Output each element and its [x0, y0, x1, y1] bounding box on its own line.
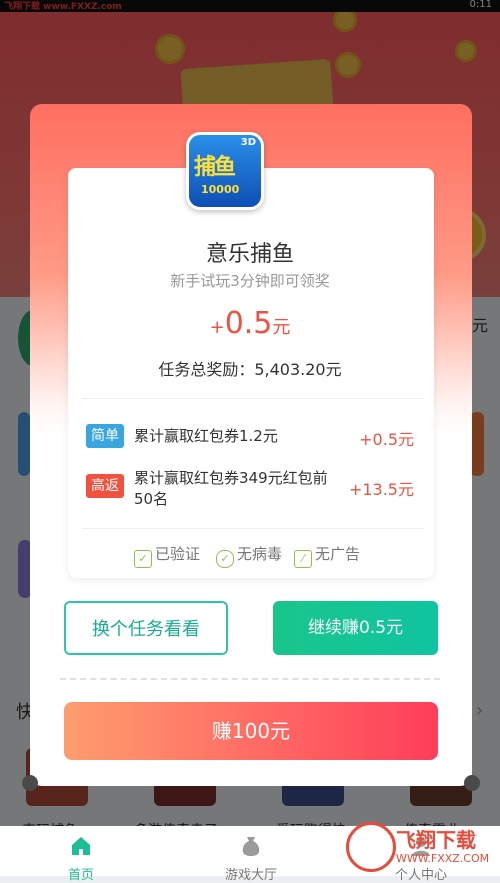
no-virus-badge: ✓ 无病毒: [216, 543, 282, 568]
watermark-brand: 飞翔下载: [396, 828, 476, 852]
verified-icon: ✓: [134, 550, 152, 568]
money-bag-icon: [242, 837, 260, 856]
reward-prefix: +: [209, 317, 225, 338]
task-row-high: 高返 累计赢取红包券349元红包前50名 +13.5元: [86, 469, 424, 522]
nav-label: 游戏大厅: [224, 868, 277, 883]
task-row-easy: 简单 累计赢取红包券1.2元 +0.5元: [86, 424, 424, 450]
task-description: 累计赢取红包券349元红包前50名: [134, 469, 328, 508]
verified-label: 已验证: [155, 545, 201, 563]
nav-label: 首页: [67, 868, 94, 883]
dashed-separator: [60, 678, 440, 680]
badge-high-return: 高返: [86, 474, 124, 498]
icon-3d-label: 3D: [240, 137, 256, 148]
no-ads-badge: ⁄ 无广告: [294, 543, 360, 568]
continue-earn-button[interactable]: 继续赚0.5元: [273, 601, 438, 655]
divider: [82, 528, 424, 529]
reward-unit: 元: [272, 317, 291, 338]
reward-number: 0.5: [224, 306, 273, 341]
shield-icon: ✓: [216, 550, 234, 568]
ticket-notch-right: [464, 775, 480, 791]
task-amount: +13.5元: [348, 480, 414, 499]
reward-amount: +0.5元: [0, 306, 500, 341]
watermark-logo: 飞翔下载 WWW.FXXZ.COM: [346, 822, 494, 872]
game-title: 意乐捕鱼: [205, 242, 294, 267]
watermark-circle-icon: [346, 822, 396, 872]
badge-easy: 简单: [86, 424, 124, 448]
watermark-url: WWW.FXXZ.COM: [396, 852, 490, 865]
no-ads-icon: ⁄: [294, 550, 312, 568]
home-icon: [72, 837, 90, 855]
total-reward: 任务总奖励：5,403.20元: [158, 360, 342, 379]
divider: [82, 398, 424, 399]
verified-badge: ✓ 已验证: [134, 543, 200, 568]
switch-task-button[interactable]: 换个任务看看: [64, 601, 228, 655]
earn-100-button[interactable]: 赚100元: [64, 702, 438, 760]
no-virus-label: 无病毒: [237, 545, 283, 563]
game-app-icon: 3D 捕鱼 10000: [186, 132, 264, 210]
game-subtitle: 新手试玩3分钟即可领奖: [170, 272, 330, 290]
no-ads-label: 无广告: [315, 545, 361, 563]
ticket-notch-left: [22, 775, 38, 791]
task-description: 累计赢取红包券1.2元: [134, 427, 278, 445]
icon-sub-label: 10000: [201, 183, 240, 196]
icon-main-label: 捕鱼: [194, 155, 236, 180]
task-amount: +0.5元: [359, 430, 414, 449]
